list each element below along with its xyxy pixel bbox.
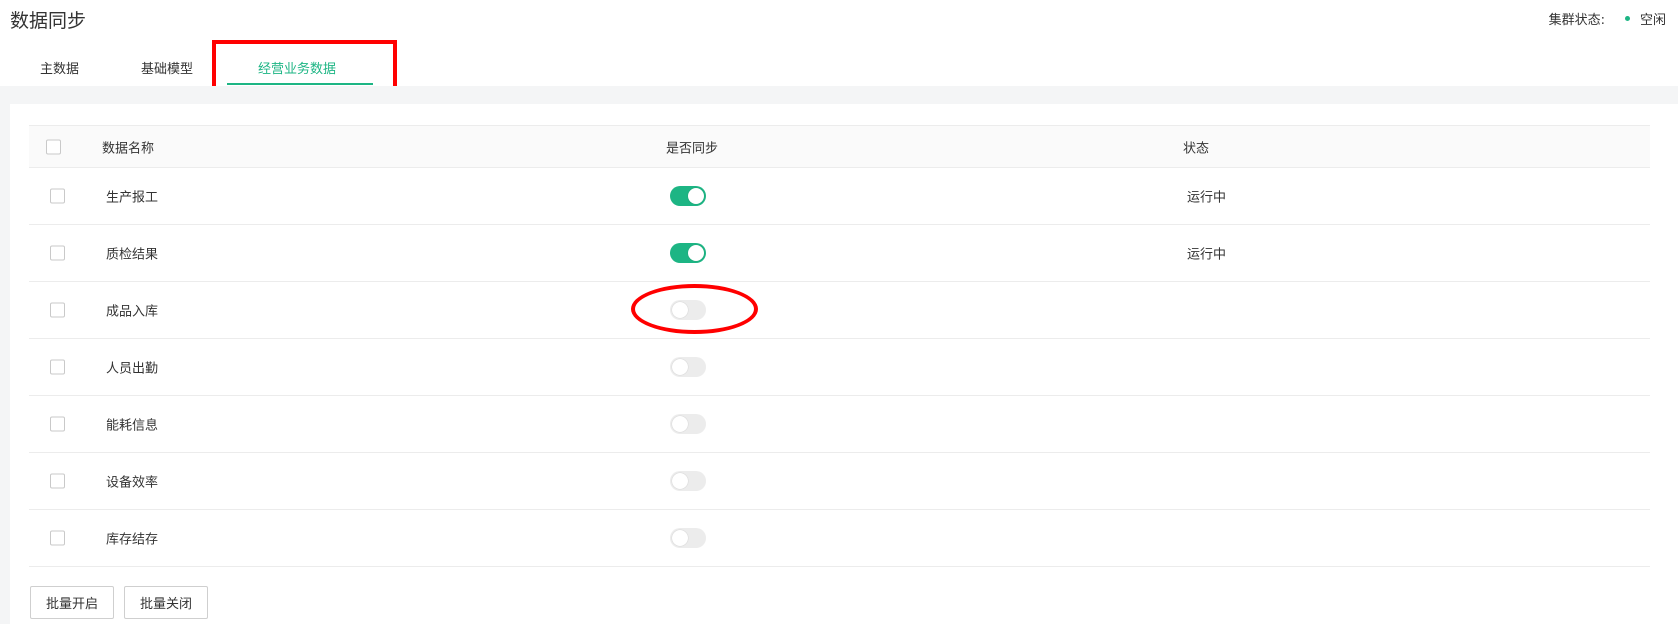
toggle-knob bbox=[672, 473, 688, 489]
row-sync-cell bbox=[670, 528, 706, 548]
row-check-cell bbox=[50, 530, 65, 546]
sync-toggle[interactable] bbox=[670, 414, 706, 434]
table-row: 库存结存 bbox=[29, 510, 1650, 567]
row-data-name: 设备效率 bbox=[106, 475, 159, 491]
row-check-cell bbox=[50, 416, 65, 432]
sync-toggle[interactable] bbox=[670, 357, 706, 377]
row-sync-cell bbox=[670, 243, 706, 263]
sync-toggle[interactable] bbox=[670, 528, 706, 548]
table-row: 人员出勤 bbox=[29, 339, 1650, 396]
cluster-status: 集群状态: 空闲 bbox=[1549, 9, 1666, 28]
table-header: 数据名称 是否同步 状态 bbox=[29, 125, 1650, 168]
table-row: 质检结果 运行中 bbox=[29, 225, 1650, 282]
row-checkbox[interactable] bbox=[50, 416, 65, 432]
row-data-name: 成品入库 bbox=[106, 304, 159, 320]
batch-actions: 批量开启 批量关闭 bbox=[30, 586, 209, 619]
row-data-name: 质检结果 bbox=[106, 247, 159, 263]
row-sync-cell bbox=[670, 471, 706, 491]
row-check-cell bbox=[50, 473, 65, 489]
tab-master-data[interactable]: 主数据 bbox=[40, 58, 79, 77]
row-data-name: 生产报工 bbox=[106, 190, 159, 206]
row-check-cell bbox=[50, 359, 65, 375]
batch-enable-button[interactable]: 批量开启 bbox=[30, 586, 115, 619]
batch-disable-button[interactable]: 批量关闭 bbox=[124, 586, 209, 619]
row-check-cell bbox=[50, 245, 65, 261]
row-checkbox[interactable] bbox=[50, 359, 65, 375]
table-row: 设备效率 bbox=[29, 453, 1650, 510]
toggle-knob bbox=[672, 359, 688, 375]
sync-toggle[interactable] bbox=[670, 186, 706, 206]
row-sync-cell bbox=[670, 414, 706, 434]
row-data-name: 能耗信息 bbox=[106, 418, 159, 434]
header-data-name: 数据名称 bbox=[102, 141, 155, 156]
content-separator bbox=[0, 86, 1678, 104]
row-status: 运行中 bbox=[1187, 247, 1227, 263]
annotation-ellipse bbox=[631, 284, 758, 334]
row-checkbox[interactable] bbox=[50, 245, 65, 261]
sync-toggle[interactable] bbox=[670, 471, 706, 491]
row-checkbox[interactable] bbox=[50, 530, 65, 546]
header-sync: 是否同步 bbox=[666, 141, 719, 156]
page-title: 数据同步 bbox=[10, 10, 87, 32]
toggle-knob bbox=[672, 416, 688, 432]
cluster-status-label: 集群状态: bbox=[1548, 13, 1605, 28]
data-table: 数据名称 是否同步 状态 生产报工 运行中 质检结果 运行中 成品入库 人员出勤… bbox=[29, 125, 1650, 567]
row-checkbox[interactable] bbox=[50, 188, 65, 204]
table-row: 能耗信息 bbox=[29, 396, 1650, 453]
row-sync-cell bbox=[670, 357, 706, 377]
row-data-name: 库存结存 bbox=[106, 532, 159, 548]
select-all-checkbox[interactable] bbox=[46, 139, 61, 154]
row-check-cell bbox=[50, 302, 65, 318]
row-checkbox[interactable] bbox=[50, 302, 65, 318]
row-sync-cell bbox=[670, 186, 706, 206]
toggle-knob bbox=[688, 245, 704, 261]
sync-toggle[interactable] bbox=[670, 243, 706, 263]
table-row: 生产报工 运行中 bbox=[29, 168, 1650, 225]
cluster-status-value: 空闲 bbox=[1639, 13, 1666, 28]
header-status: 状态 bbox=[1183, 141, 1210, 156]
tab-base-model[interactable]: 基础模型 bbox=[141, 58, 193, 77]
row-checkbox[interactable] bbox=[50, 473, 65, 489]
row-check-cell bbox=[50, 188, 65, 204]
table-row: 成品入库 bbox=[29, 282, 1650, 339]
row-data-name: 人员出勤 bbox=[106, 361, 159, 377]
content-left-gutter bbox=[0, 104, 10, 624]
toggle-knob bbox=[688, 188, 704, 204]
select-all-cell bbox=[46, 139, 61, 154]
row-status: 运行中 bbox=[1187, 190, 1227, 206]
toggle-knob bbox=[672, 530, 688, 546]
status-dot-icon bbox=[1624, 16, 1630, 21]
